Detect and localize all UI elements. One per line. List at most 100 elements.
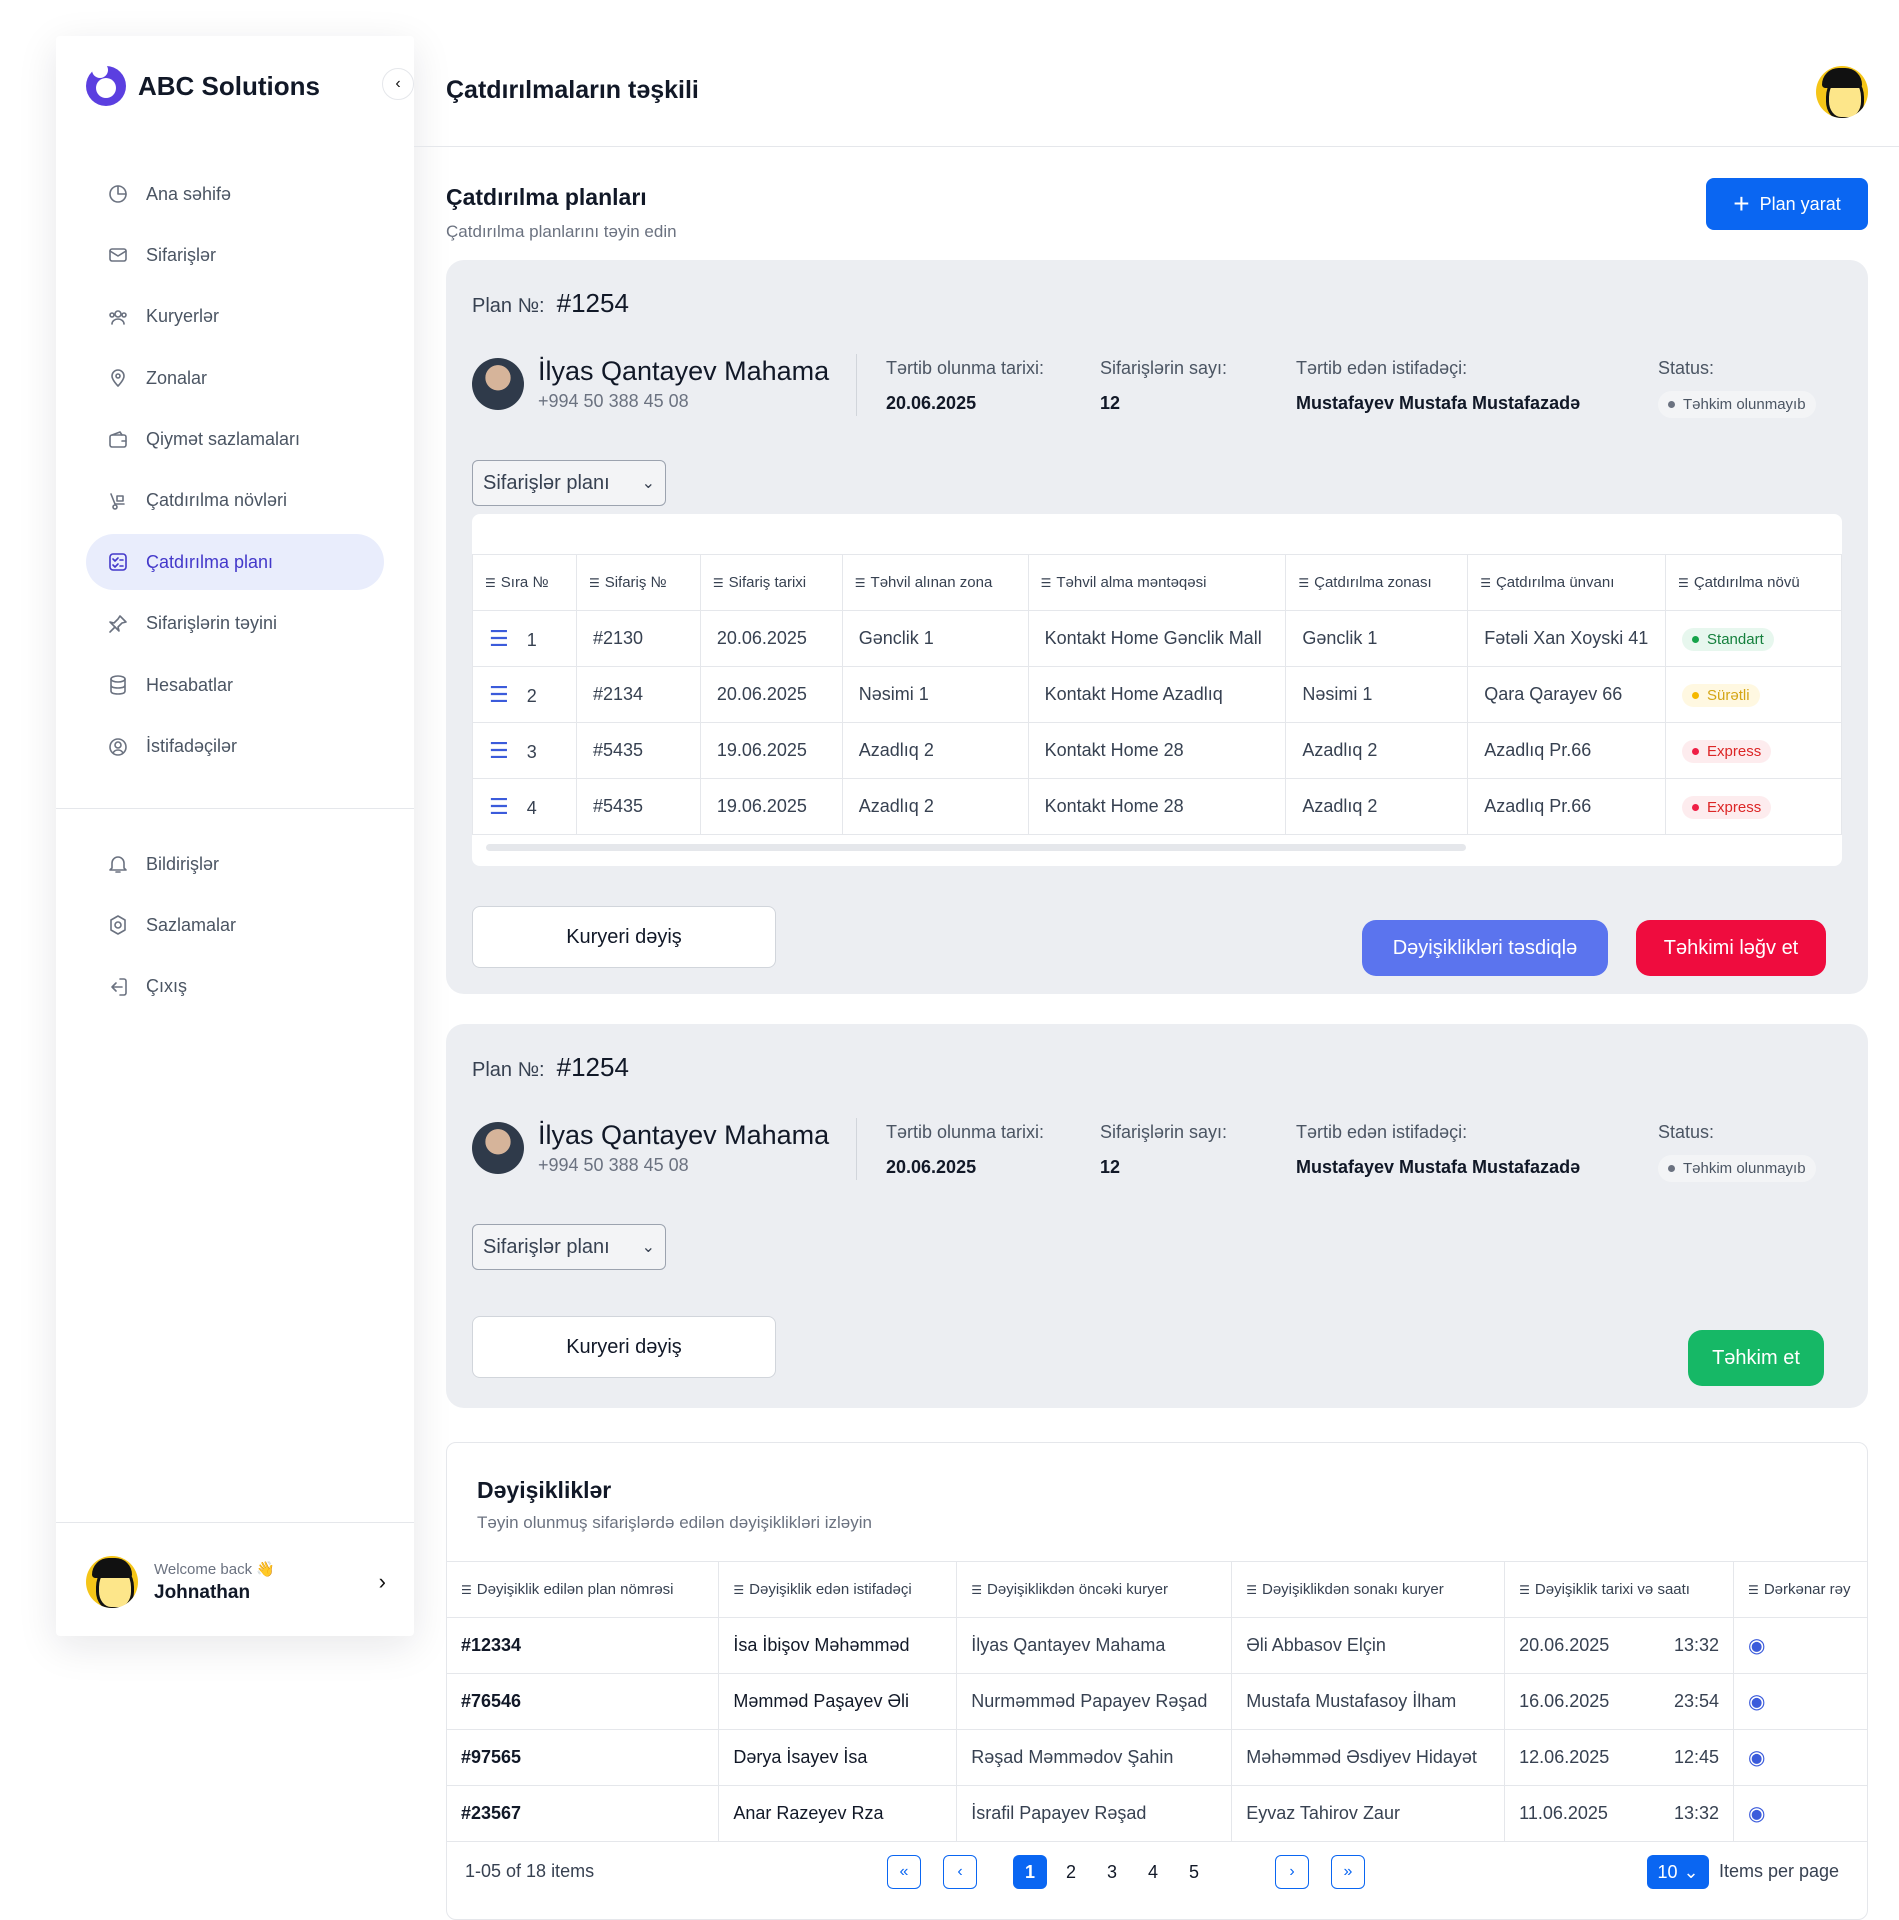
sidebar-item-label: İstifadəçilər <box>146 736 238 757</box>
sidebar-item-c-atd-r-lma-no-vl-ri[interactable]: Çatdırılma növləri <box>86 473 384 529</box>
cell-delivery-type: Express <box>1665 778 1842 835</box>
sidebar-item-zonalar[interactable]: Zonalar <box>86 350 384 406</box>
change-courier-button[interactable]: Kuryeri dəyiş <box>472 906 776 968</box>
table-row[interactable]: #23567 Anar Razeyev Rza İsrafil Papayev Rə… <box>447 1785 1867 1842</box>
cell-delivery-type: Sürətli <box>1665 666 1842 723</box>
eye-icon[interactable]: ◉ <box>1748 1803 1765 1825</box>
sidebar-item-label: Ana səhifə <box>146 183 232 204</box>
filter-search-icon[interactable]: ☰ <box>971 1583 982 1597</box>
chevron-right-icon[interactable]: › <box>379 1569 386 1595</box>
column-header[interactable]: ☰ Dəyişiklik edən istifadəçi <box>718 1561 958 1618</box>
column-header[interactable]: ☰ Sifariş tarixi <box>699 554 843 611</box>
column-header[interactable]: ☰ Çatdırılma ünvanı <box>1467 554 1667 611</box>
drag-handle-icon[interactable]: ☰ <box>489 682 509 707</box>
column-header[interactable]: ☰ Çatdırılma növü <box>1665 554 1842 611</box>
page-1-button[interactable]: 1 <box>1013 1855 1047 1889</box>
table-row[interactable]: ☰ 4 #5435 19.06.2025 Azadlıq 2 Kontakt Home 2… <box>472 778 1842 835</box>
table-row[interactable]: ☰ 1 #2130 20.06.2025 Gənclik 1 Kontakt Home G… <box>472 610 1842 667</box>
filter-search-icon[interactable]: ☰ <box>733 1583 744 1597</box>
next-page-button[interactable]: › <box>1275 1855 1309 1889</box>
eye-icon[interactable]: ◉ <box>1748 1635 1765 1657</box>
sidebar-item-i-stifad-c-il-r[interactable]: İstifadəçilər <box>86 719 384 775</box>
filter-search-icon[interactable]: ☰ <box>1246 1583 1257 1597</box>
plan-count-label: Sifarişlərin sayı: <box>1100 358 1228 378</box>
sidebar-item-sifaris-l-r[interactable]: Sifarişlər <box>86 227 384 283</box>
cell-address: Qara Qarayev 66 <box>1467 666 1667 723</box>
table-row[interactable]: #97565 Dərya İsayev İsa Rəşad Məmmədov Şah… <box>447 1729 1867 1786</box>
filter-search-icon[interactable]: ☰ <box>1678 576 1689 590</box>
plan-date-label: Tərtib olunma tarixi: <box>886 358 1045 378</box>
page-3-button[interactable]: 3 <box>1095 1855 1129 1889</box>
sidebar-item-c-atd-r-lma-plan[interactable]: Çatdırılma planı <box>86 534 384 591</box>
column-header[interactable]: ☰ Dəyişiklikdən sonakı kuryer <box>1231 1561 1506 1618</box>
drag-handle-icon[interactable]: ☰ <box>489 626 509 651</box>
cell-date: 19.06.2025 <box>699 722 843 779</box>
page-5-button[interactable]: 5 <box>1177 1855 1211 1889</box>
filter-search-icon[interactable]: ☰ <box>855 576 866 590</box>
sidebar: ABC Solutions Ana səhifə Sifarişlər Kuryer… <box>56 36 414 1636</box>
table-row[interactable]: #76546 Məmməd Paşayev Əli Nurməmməd Papaye… <box>447 1673 1867 1730</box>
orders-plan-select[interactable]: Sifarişlər planı ⌄ <box>472 460 666 506</box>
column-header-label: Dəyişiklikdən öncəki kuryer <box>987 1581 1168 1598</box>
filter-search-icon[interactable]: ☰ <box>1519 1583 1530 1597</box>
filter-search-icon[interactable]: ☰ <box>1748 1583 1759 1597</box>
create-plan-button[interactable]: + Plan yarat <box>1706 178 1868 230</box>
column-header[interactable]: ☰ Dərkənar rəy <box>1733 1561 1867 1618</box>
last-page-button[interactable]: » <box>1331 1855 1365 1889</box>
brand[interactable]: ABC Solutions <box>86 62 320 106</box>
sidebar-item-sazlamalar[interactable]: Sazlamalar <box>86 897 384 953</box>
table-row[interactable]: #12334 İsa İbişov Məhəmməd İlyas Qantayev … <box>447 1617 1867 1674</box>
eye-icon[interactable]: ◉ <box>1748 1747 1765 1769</box>
page-2-button[interactable]: 2 <box>1054 1855 1088 1889</box>
filter-search-icon[interactable]: ☰ <box>461 1583 472 1597</box>
items-per-page-select[interactable]: 10 ⌄ <box>1647 1855 1709 1889</box>
eye-icon[interactable]: ◉ <box>1748 1691 1765 1713</box>
cell-pickup-point: Kontakt Home 28 <box>1027 722 1287 779</box>
delivery-type-label: Express <box>1707 742 1762 760</box>
column-header[interactable]: ☰ Təhvil alınan zona <box>841 554 1029 611</box>
sidebar-item-bildiris-l-r[interactable]: Bildirişlər <box>86 836 384 892</box>
plan-count-label: Sifarişlərin sayı: <box>1100 1122 1228 1142</box>
column-header[interactable]: ☰ Dəyişiklik tarixi və saatı <box>1504 1561 1735 1618</box>
sidebar-item-c-x-s[interactable]: Çıxış <box>86 959 384 1015</box>
sidebar-item-hesabatlar[interactable]: Hesabatlar <box>86 657 384 713</box>
prev-page-button[interactable]: ‹ <box>943 1855 977 1889</box>
orders-plan-select[interactable]: Sifarişlər planı ⌄ <box>472 1224 666 1270</box>
column-header[interactable]: ☰ Təhvil alma məntəqəsi <box>1027 554 1287 611</box>
cancel-assignment-button[interactable]: Təhkimi ləğv et <box>1636 920 1826 976</box>
sidebar-item-sifaris-l-rin-t-yini[interactable]: Sifarişlərin təyini <box>86 596 384 652</box>
horizontal-scrollbar[interactable] <box>486 844 1466 851</box>
filter-search-icon[interactable]: ☰ <box>1298 576 1309 590</box>
drag-handle-icon[interactable]: ☰ <box>489 794 509 819</box>
table-row[interactable]: ☰ 2 #2134 20.06.2025 Nəsimi 1 Kontakt Home Az… <box>472 666 1842 723</box>
items-per-page-label: Items per page <box>1719 1861 1840 1881</box>
plan-creator-value: Mustafayev Mustafa Mustafazadə <box>1296 393 1581 413</box>
filter-search-icon[interactable]: ☰ <box>713 576 724 590</box>
double-chevron-left-icon: « <box>899 1863 909 1880</box>
sidebar-item-label: Hesabatlar <box>146 674 234 695</box>
confirm-changes-button[interactable]: Dəyişiklikləri təsdiqlə <box>1362 920 1608 976</box>
sidebar-item-kuryerl-r[interactable]: Kuryerlər <box>86 289 384 345</box>
page-4-button[interactable]: 4 <box>1136 1855 1170 1889</box>
column-header[interactable]: ☰ Sıra № <box>472 554 577 611</box>
first-page-button[interactable]: « <box>887 1855 921 1889</box>
assign-button[interactable]: Təhkim et <box>1688 1330 1824 1386</box>
column-header[interactable]: ☰ Çatdırılma zonası <box>1285 554 1469 611</box>
change-courier-button[interactable]: Kuryeri dəyiş <box>472 1316 776 1378</box>
header-avatar[interactable] <box>1816 66 1868 118</box>
table-row[interactable]: ☰ 3 #5435 19.06.2025 Azadlıq 2 Kontakt Home 2… <box>472 722 1842 779</box>
filter-search-icon[interactable]: ☰ <box>1480 576 1491 590</box>
sidebar-divider <box>56 1522 414 1523</box>
collapse-sidebar-button[interactable]: ‹ <box>382 68 414 100</box>
plan-card: Plan №: #1254 İlyas Qantayev Mahama +994… <box>446 260 1868 994</box>
filter-search-icon[interactable]: ☰ <box>1041 576 1052 590</box>
sidebar-item-qiym-t-sazlamalar[interactable]: Qiymət sazlamaları <box>86 412 384 468</box>
user-profile[interactable]: Welcome back 👋 Johnathan › <box>86 1556 386 1608</box>
filter-search-icon[interactable]: ☰ <box>589 576 600 590</box>
column-header[interactable]: ☰ Dəyişiklikdən öncəki kuryer <box>956 1561 1233 1618</box>
sidebar-item-ana-s-hif[interactable]: Ana səhifə <box>86 166 384 222</box>
column-header[interactable]: ☰ Sifariş № <box>575 554 701 611</box>
drag-handle-icon[interactable]: ☰ <box>489 738 509 763</box>
column-header[interactable]: ☰ Dəyişiklik edilən plan nömrəsi <box>447 1561 720 1618</box>
filter-search-icon[interactable]: ☰ <box>485 576 496 590</box>
